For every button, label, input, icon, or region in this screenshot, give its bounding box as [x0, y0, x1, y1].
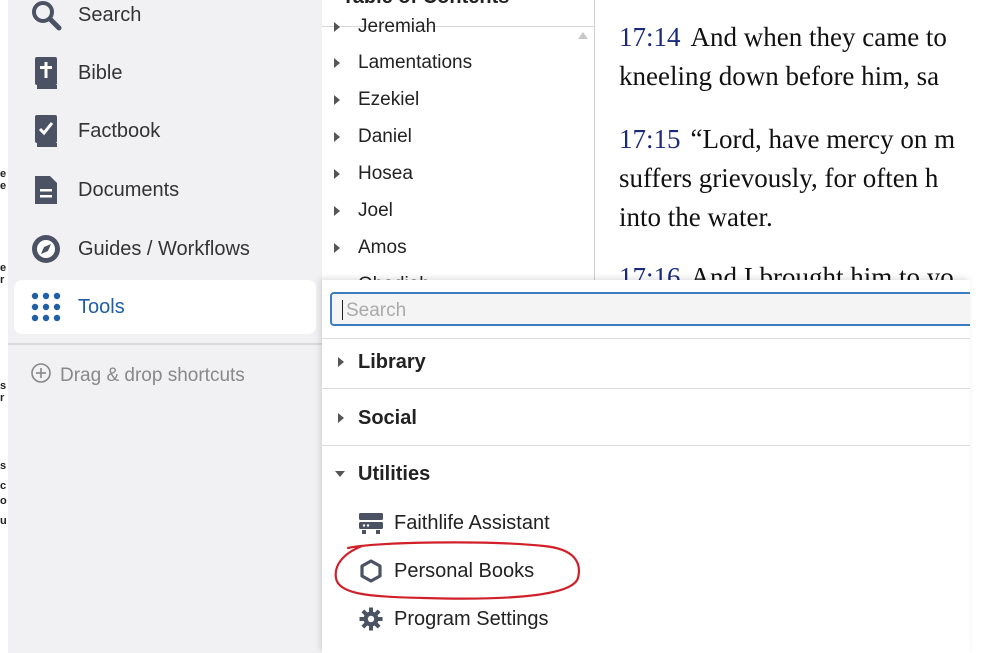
sidebar-item-guides[interactable]: Guides / Workflows [14, 222, 316, 276]
toc-item[interactable]: Lamentations [334, 48, 472, 78]
toc-title: Table of Contents [342, 0, 509, 9]
expand-arrow-icon[interactable] [338, 413, 344, 423]
bible-icon [28, 55, 64, 91]
tool-faithlife-assistant[interactable]: Faithlife Assistant [358, 503, 550, 543]
documents-icon [28, 172, 64, 208]
verse-line: suffers grievously, for often h [619, 163, 939, 193]
table-of-contents: Table of Contents Jeremiah Lamentations … [322, 0, 595, 290]
expand-arrow-icon[interactable] [334, 95, 340, 105]
scroll-up-arrow-icon[interactable] [578, 32, 588, 39]
sidebar-item-label: Factbook [78, 119, 161, 142]
sidebar-item-label: Search [78, 3, 142, 26]
verse-17-15[interactable]: 17:15 “Lord, have mercy on m suffers grie… [619, 120, 970, 237]
sidebar-item-label: Guides / Workflows [78, 237, 250, 260]
toc-item[interactable]: Ezekiel [334, 85, 419, 115]
sidebar-item-tools[interactable]: Tools [14, 280, 316, 334]
sidebar: Search Bible Factbook Documents Guides /… [8, 0, 322, 653]
sidebar-item-factbook[interactable]: Factbook [14, 104, 316, 158]
annotation-circle [334, 541, 581, 600]
section-utilities[interactable]: Utilities [322, 446, 970, 502]
toc-item[interactable]: Joel [334, 196, 393, 226]
expand-arrow-icon[interactable] [334, 132, 340, 142]
bible-text-panel: 17:14 And when they came to kneeling down… [595, 0, 970, 290]
sidebar-item-label: Bible [78, 61, 123, 84]
section-label: Utilities [358, 462, 431, 485]
section-library[interactable]: Library [322, 334, 970, 390]
tool-program-settings[interactable]: Program Settings [358, 599, 549, 639]
sidebar-item-bible[interactable]: Bible [14, 46, 316, 100]
collapse-arrow-icon[interactable] [335, 471, 345, 477]
expand-arrow-icon[interactable] [334, 58, 340, 68]
section-divider [322, 388, 970, 389]
tools-search-box[interactable] [330, 292, 970, 326]
guides-icon [28, 231, 64, 267]
drag-drop-label: Drag & drop shortcuts [60, 365, 245, 386]
verse-line: kneeling down before him, sa [619, 61, 940, 91]
verse-line: into the water. [619, 202, 773, 232]
verse-line: And when they came to [690, 22, 947, 52]
section-label: Social [358, 406, 417, 429]
expand-arrow-icon[interactable] [334, 206, 340, 216]
toc-item[interactable]: Jeremiah [334, 12, 436, 42]
sidebar-divider [8, 343, 322, 345]
sidebar-item-documents[interactable]: Documents [14, 163, 316, 217]
sidebar-item-label: Documents [78, 178, 180, 201]
sidebar-item-label: Tools [78, 295, 125, 318]
toc-item[interactable]: Daniel [334, 122, 412, 152]
drag-drop-shortcuts[interactable]: Drag & drop shortcuts [30, 362, 245, 390]
section-social[interactable]: Social [322, 390, 970, 446]
expand-arrow-icon[interactable] [334, 169, 340, 179]
verse-17-14[interactable]: 17:14 And when they came to kneeling down… [619, 18, 970, 96]
grid-dots-icon [28, 289, 64, 325]
verse-line: “Lord, have mercy on m [690, 124, 956, 154]
expand-arrow-icon[interactable] [338, 357, 344, 367]
toc-item[interactable]: Amos [334, 233, 407, 263]
expand-arrow-icon[interactable] [334, 22, 340, 32]
toc-item[interactable]: Hosea [334, 159, 413, 189]
tool-label: Faithlife Assistant [394, 511, 550, 534]
section-label: Library [358, 350, 426, 373]
gear-icon [358, 606, 384, 632]
factbook-icon [28, 113, 64, 149]
verse-number[interactable]: 17:15 [619, 124, 681, 154]
sidebar-item-search[interactable]: Search [14, 0, 316, 42]
expand-arrow-icon[interactable] [334, 243, 340, 253]
verse-number[interactable]: 17:14 [619, 22, 681, 52]
text-caret [342, 300, 343, 320]
search-icon [28, 0, 64, 33]
assistant-icon [358, 510, 384, 536]
tool-label: Program Settings [394, 607, 549, 630]
tools-search-input[interactable] [344, 297, 948, 325]
plus-circle-icon [30, 362, 52, 390]
